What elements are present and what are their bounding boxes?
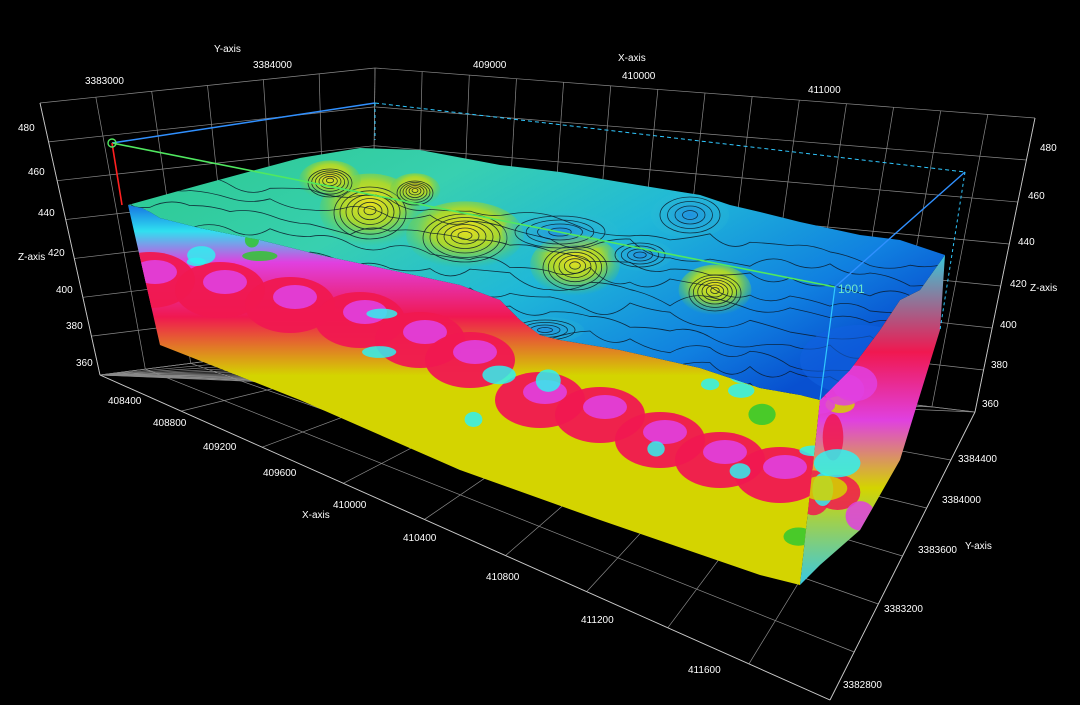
anomaly-speck: [729, 463, 751, 479]
z-tick-label: 440: [38, 208, 55, 219]
surface-pit: [651, 191, 729, 239]
anomaly-blob: [273, 285, 317, 309]
anomaly-blob: [203, 270, 247, 294]
x-tick-label-back: 411000: [808, 85, 841, 96]
anomaly-speck: [133, 350, 157, 360]
x-tick-label: 411200: [581, 615, 614, 626]
anomaly-speck: [138, 406, 171, 418]
volume-block: [128, 148, 945, 585]
anomaly-speck: [290, 404, 307, 426]
x-tick-label: 409600: [263, 468, 297, 479]
y-axis-title-back: Y-axis: [214, 44, 241, 55]
anomaly-blob: [453, 340, 497, 364]
z-tick-label-right: 360: [982, 399, 999, 410]
y-axis-title: Y-axis: [965, 541, 992, 552]
anomaly-speck: [215, 489, 235, 499]
x-tick-label: 410400: [403, 533, 437, 544]
anomaly-speck: [467, 518, 491, 542]
anomaly-speck: [700, 378, 720, 391]
anomaly-speck: [362, 346, 397, 358]
anomaly-speck: [464, 411, 483, 427]
anomaly-speck: [535, 369, 561, 392]
side-anomaly: [845, 501, 876, 531]
anomaly-speck: [289, 501, 303, 511]
anomaly-speck: [482, 365, 516, 385]
z-tick-label-right: 480: [1040, 143, 1057, 154]
anomaly-speck: [394, 472, 419, 488]
anomaly-speck: [208, 382, 221, 404]
anomaly-speck: [398, 447, 417, 472]
y-tick-label: 3384400: [958, 454, 997, 465]
z-tick-label: 480: [18, 123, 35, 134]
x-tick-label: 408800: [153, 418, 187, 429]
y-tick-label: 3384000: [942, 495, 981, 506]
z-tick-label-right: 440: [1018, 237, 1035, 248]
z-tick-label: 400: [56, 285, 73, 296]
z-tick-label: 380: [66, 321, 83, 332]
3d-volume-plot[interactable]: 1001 480 460 440 Z-axis 420 400 380 360 …: [0, 0, 1080, 705]
x-tick-label: 411600: [688, 665, 721, 676]
anomaly-blob: [133, 260, 177, 284]
anomaly-speck: [326, 482, 341, 498]
side-anomaly: [917, 432, 943, 464]
x-tick-label: 410000: [333, 500, 367, 511]
anomaly-blob: [583, 395, 627, 419]
annotation-label: 1001: [838, 282, 865, 296]
anomaly-speck: [366, 308, 398, 319]
z-tick-label-right: 380: [991, 360, 1008, 371]
x-tick-label-back: 410000: [622, 71, 656, 82]
z-tick-label-right: 400: [1000, 320, 1017, 331]
y-tick-label-back: 3383000: [85, 76, 124, 87]
y-tick-label: 3383600: [918, 545, 957, 556]
x-axis-title: X-axis: [302, 510, 330, 521]
z-axis-title: Z-axis: [18, 252, 45, 263]
z-tick-label: 360: [76, 358, 93, 369]
z-tick-label-right: 460: [1028, 191, 1045, 202]
x-tick-label: 408400: [108, 396, 142, 407]
y-tick-label: 3383200: [884, 604, 923, 615]
x-tick-label: 409200: [203, 442, 237, 453]
anomaly-speck: [242, 251, 278, 261]
anomaly-speck: [647, 441, 665, 457]
x-axis-title-back: X-axis: [618, 53, 646, 64]
y-tick-label-back: 3384000: [253, 60, 292, 71]
anomaly-speck: [186, 257, 207, 267]
z-tick-label: 460: [28, 167, 45, 178]
z-tick-label-right: 420: [1010, 279, 1027, 290]
x-tick-label-back: 409000: [473, 60, 507, 71]
anomaly-speck: [748, 403, 776, 426]
anomaly-speck: [231, 455, 259, 478]
anomaly-blob: [703, 440, 747, 464]
anomaly-speck: [429, 466, 465, 487]
anomaly-speck: [727, 383, 755, 398]
x-tick-label: 410800: [486, 572, 520, 583]
z-axis-title-right: Z-axis: [1030, 283, 1057, 294]
z-tick-label: 420: [48, 248, 65, 259]
side-anomaly: [813, 449, 861, 478]
anomaly-speck: [287, 447, 313, 463]
anomaly-blob: [763, 455, 807, 479]
y-tick-label: 3382800: [843, 680, 882, 691]
anomaly-blob: [643, 420, 687, 444]
frame-edge: [39, 102, 101, 376]
